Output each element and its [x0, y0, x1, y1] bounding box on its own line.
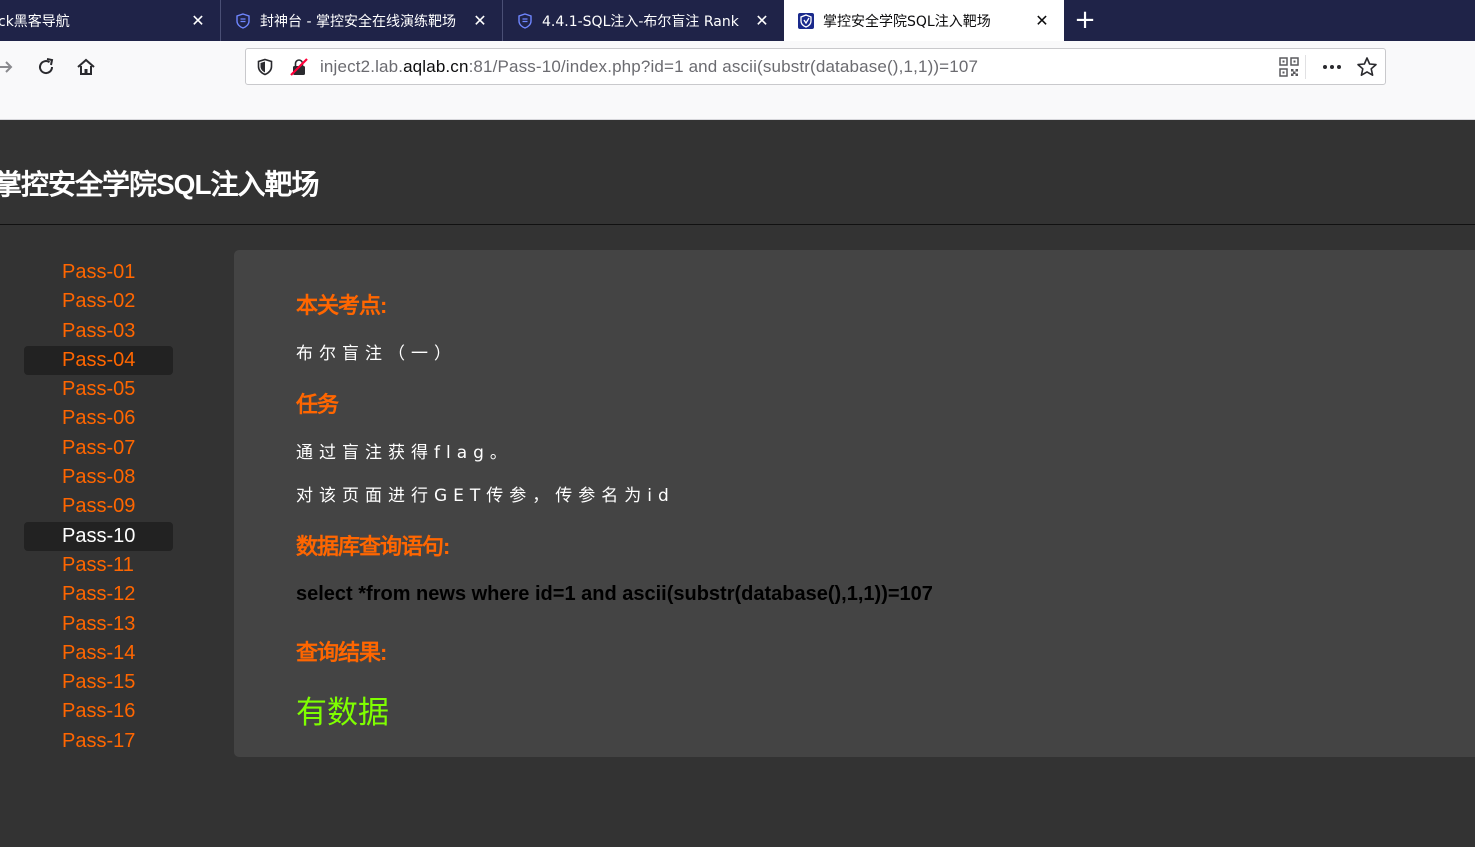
url-domain: aqlab.cn — [403, 57, 469, 76]
query-statement-heading: 数据库查询语句: — [296, 534, 450, 559]
url-prefix: inject2.lab. — [320, 57, 404, 76]
urlbar-divider — [1305, 55, 1306, 79]
tab-close-icon[interactable]: ✕ — [472, 12, 488, 29]
sidebar-item-pass-12[interactable]: Pass-12 — [24, 580, 173, 609]
sidebar-item-pass-02[interactable]: Pass-02 — [24, 287, 173, 316]
forward-arrow-icon[interactable] — [0, 53, 19, 81]
task-line: 对该页面进行GET传参，传参名为id — [296, 486, 675, 506]
tab-close-icon[interactable]: ✕ — [190, 12, 206, 29]
url-path: :81/Pass-10/index.php?id=1 and ascii(sub… — [468, 57, 979, 76]
sidebar-item-pass-03[interactable]: Pass-03 — [24, 317, 173, 346]
key-point-heading: 本关考点: — [296, 293, 387, 318]
level-content-panel: 本关考点: 布尔盲注（一） 任务 通过盲注获得flag。 对该页面进行GET传参… — [234, 250, 1475, 757]
navigation-toolbar: inject2.lab.aqlab.cn:81/Pass-10/index.ph… — [0, 41, 1475, 120]
tab-title: 4.4.1-SQL注入-布尔盲注 Rank — [542, 13, 739, 30]
tab-close-icon[interactable]: ✕ — [1034, 12, 1050, 29]
query-sql-statement: select *from news where id=1 and ascii(s… — [296, 583, 933, 605]
task-heading: 任务 — [296, 392, 339, 417]
tab-title: 封神台 - 掌控安全在线演练靶场 — [260, 13, 456, 30]
tab-fengshentai[interactable]: 封神台 - 掌控安全在线演练靶场 ✕ — [221, 0, 503, 41]
tab-sql-bool-blind[interactable]: 4.4.1-SQL注入-布尔盲注 Rank ✕ — [503, 0, 784, 41]
shield-favicon-icon — [518, 12, 532, 29]
site-title: 掌控安全学院SQL注入靶场 — [0, 169, 320, 200]
tab-close-icon[interactable]: ✕ — [754, 12, 770, 29]
sidebar-item-pass-16[interactable]: Pass-16 — [24, 697, 173, 726]
tab-title: 掌控安全学院SQL注入靶场 — [823, 13, 991, 30]
sidebar-item-pass-07[interactable]: Pass-07 — [24, 434, 173, 463]
page-actions-more-icon[interactable] — [1321, 56, 1343, 78]
home-icon[interactable] — [72, 53, 100, 81]
reload-icon[interactable] — [32, 53, 60, 81]
sidebar-item-pass-04[interactable]: Pass-04 — [24, 345, 173, 376]
sidebar-item-pass-09[interactable]: Pass-09 — [24, 492, 173, 521]
tab-sql-range-active[interactable]: 掌控安全学院SQL注入靶场 ✕ — [784, 0, 1064, 41]
site-header: 掌控安全学院SQL注入靶场 — [0, 120, 1475, 225]
sidebar-item-pass-05[interactable]: Pass-05 — [24, 375, 173, 404]
sidebar-item-pass-06[interactable]: Pass-06 — [24, 404, 173, 433]
query-result-heading: 查询结果: — [296, 640, 387, 665]
bookmark-star-icon[interactable] — [1356, 56, 1378, 78]
sidebar-item-pass-10[interactable]: Pass-10 — [24, 521, 173, 551]
query-result-value: 有数据 — [296, 695, 389, 730]
sidebar-item-pass-15[interactable]: Pass-15 — [24, 668, 173, 697]
tab-hacker-nav[interactable]: ck黑客导航 ✕ — [0, 0, 221, 41]
site-logo-favicon-icon — [798, 12, 814, 29]
tab-title: ck黑客导航 — [0, 13, 70, 30]
sidebar-item-pass-17[interactable]: Pass-17 — [24, 727, 173, 756]
url-bar[interactable]: inject2.lab.aqlab.cn:81/Pass-10/index.ph… — [245, 48, 1386, 85]
tracking-shield-icon[interactable] — [256, 58, 274, 76]
sidebar-item-pass-13[interactable]: Pass-13 — [24, 610, 173, 639]
sidebar-item-pass-08[interactable]: Pass-08 — [24, 463, 173, 492]
insecure-lock-icon[interactable] — [290, 58, 308, 76]
new-tab-plus-icon[interactable]: + — [1073, 7, 1097, 33]
tab-strip: ck黑客导航 ✕ 封神台 - 掌控安全在线演练靶场 ✕ 4.4.1-SQL注入-… — [0, 0, 1475, 41]
sidebar-item-pass-11[interactable]: Pass-11 — [24, 551, 173, 580]
qr-code-icon[interactable] — [1279, 57, 1299, 77]
sidebar-item-pass-01[interactable]: Pass-01 — [24, 258, 173, 287]
sidebar-item-pass-14[interactable]: Pass-14 — [24, 639, 173, 668]
url-text[interactable]: inject2.lab.aqlab.cn:81/Pass-10/index.ph… — [320, 57, 978, 77]
shield-favicon-icon — [236, 12, 250, 29]
task-line: 通过盲注获得flag。 — [296, 443, 513, 463]
level-sidebar: Pass-01 Pass-02 Pass-03 Pass-04 Pass-05 … — [24, 258, 173, 756]
key-point-text: 布尔盲注（一） — [296, 344, 457, 364]
